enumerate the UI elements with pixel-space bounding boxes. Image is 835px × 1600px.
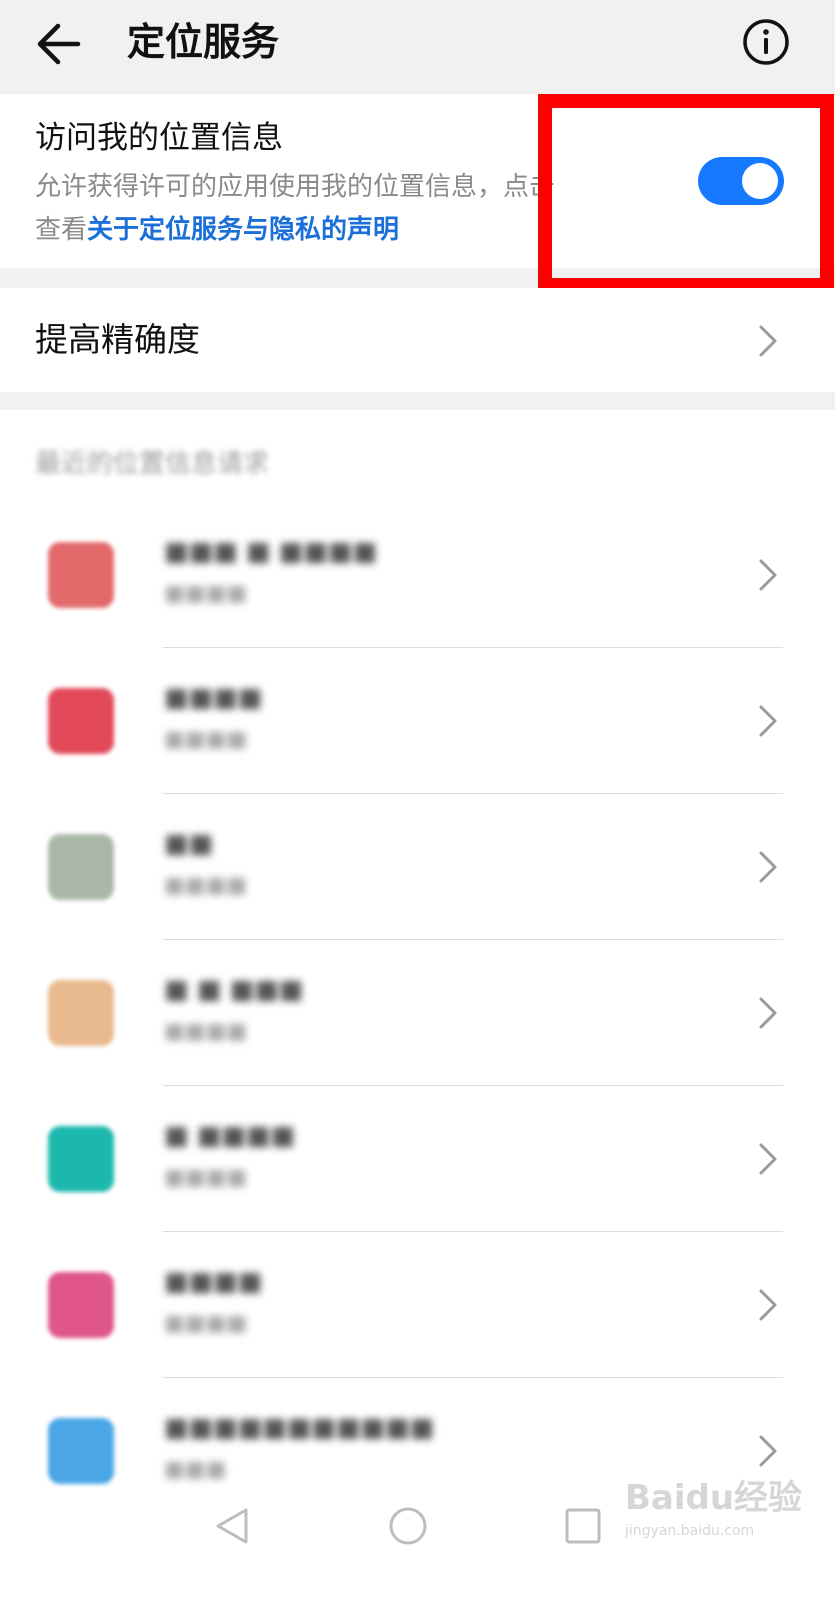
app-name: ■ ■ ■■■	[164, 975, 304, 1005]
app-status: ■■■■	[164, 581, 248, 606]
chevron-right-icon	[759, 705, 777, 737]
app-icon	[48, 688, 114, 754]
app-status: ■■■	[164, 1457, 227, 1482]
improve-accuracy-row[interactable]: 提高精确度	[0, 288, 835, 392]
chevron-right-icon	[759, 1435, 777, 1467]
app-icon	[48, 834, 114, 900]
recent-requests-header: 最近的位置信息请求	[35, 449, 270, 479]
app-status: ■■■■	[164, 1311, 248, 1336]
nav-recent-square-icon[interactable]	[563, 1506, 603, 1546]
app-name: ■■■ ■ ■■■■	[164, 537, 378, 567]
app-name: ■■■■	[164, 683, 263, 713]
app-status: ■■■■	[164, 727, 248, 752]
app-icon	[48, 542, 114, 608]
app-icon	[48, 980, 114, 1046]
app-name: ■ ■■■■	[164, 1121, 296, 1151]
app-name: ■■■■	[164, 1267, 263, 1297]
recent-requests-card: 最近的位置信息请求 ■■■ ■ ■■■■ ■■■■ ■■■■ ■■■■ ■■ ■■■■ ■ …	[0, 410, 835, 1600]
location-toggle-switch[interactable]	[698, 157, 784, 205]
app-status: ■■■■	[164, 873, 248, 898]
nav-home-circle-icon[interactable]	[388, 1506, 428, 1546]
list-item[interactable]: ■ ■■■■ ■■■■	[0, 1086, 835, 1232]
chevron-right-icon	[759, 997, 777, 1029]
arrow-left-icon	[37, 23, 81, 65]
privacy-statement-link[interactable]: 关于定位服务与隐私的声明	[87, 215, 399, 245]
description-line-1: 允许获得许可的应用使用我的位置信息，点击	[35, 172, 556, 202]
list-item[interactable]: ■ ■ ■■■ ■■■■	[0, 940, 835, 1086]
app-name: ■■	[164, 829, 214, 859]
page-title: 定位服务	[127, 20, 280, 64]
app-status: ■■■■	[164, 1019, 248, 1044]
list-item[interactable]: ■■■■ ■■■■	[0, 1232, 835, 1378]
list-item[interactable]: ■■ ■■■■	[0, 794, 835, 940]
watermark: Baidu经验	[625, 1478, 803, 1518]
location-access-title: 访问我的位置信息	[35, 120, 283, 156]
app-name: ■■■■■■■■■■■	[164, 1413, 435, 1443]
app-icon	[48, 1272, 114, 1338]
nav-back-triangle-icon[interactable]	[212, 1506, 252, 1546]
back-button[interactable]	[30, 14, 90, 74]
improve-accuracy-label: 提高精确度	[35, 320, 200, 359]
app-status: ■■■■	[164, 1165, 248, 1190]
app-icon	[48, 1418, 114, 1484]
watermark-url: jingyan.baidu.com	[625, 1523, 755, 1539]
description-prefix: 查看	[35, 215, 88, 245]
location-access-description: 允许获得许可的应用使用我的位置信息，点击 查看关于定位服务与隐私的声明	[35, 166, 635, 252]
chevron-right-icon	[759, 851, 777, 883]
list-item[interactable]: ■■■ ■ ■■■■ ■■■■	[0, 502, 835, 648]
info-button[interactable]	[738, 14, 794, 70]
top-bar: 定位服务	[0, 0, 835, 94]
list-item[interactable]: ■■■■ ■■■■	[0, 648, 835, 794]
info-circle-icon	[743, 19, 789, 65]
app-icon	[48, 1126, 114, 1192]
chevron-right-icon	[759, 325, 777, 357]
chevron-right-icon	[759, 1289, 777, 1321]
chevron-right-icon	[759, 559, 777, 591]
toggle-knob	[742, 163, 778, 199]
chevron-right-icon	[759, 1143, 777, 1175]
location-access-card: 访问我的位置信息 允许获得许可的应用使用我的位置信息，点击 查看关于定位服务与隐…	[0, 94, 835, 268]
